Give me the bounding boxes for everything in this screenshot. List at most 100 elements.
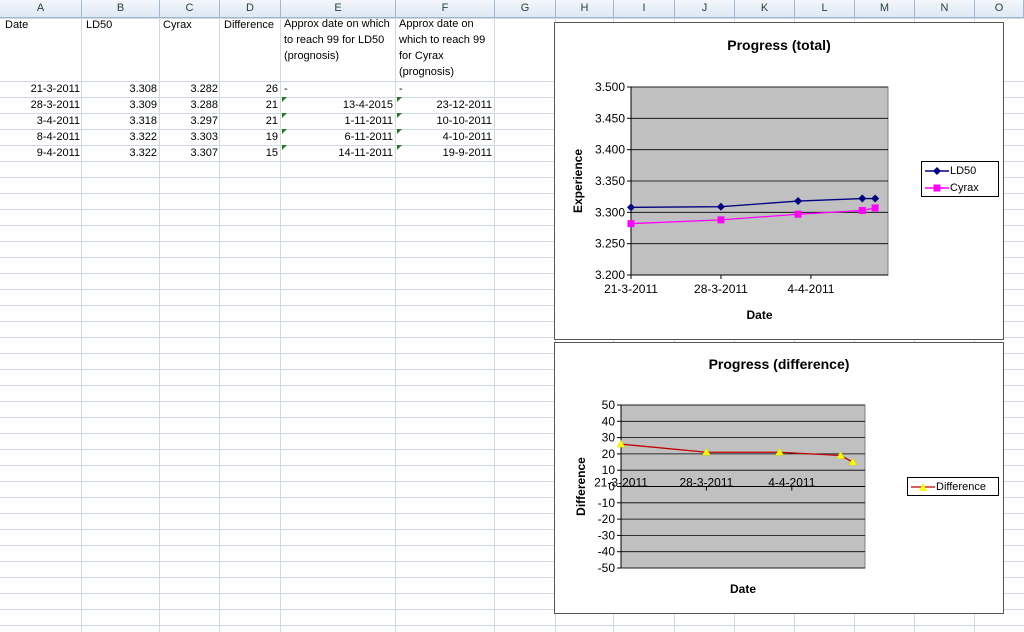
data-point-cyrax (627, 220, 635, 228)
error-indicator-icon[interactable] (397, 97, 402, 102)
column-header-k[interactable]: K (735, 0, 795, 17)
cell-cyrax[interactable]: 3.297 (190, 114, 218, 129)
x-axis-title: Date (746, 308, 772, 322)
column-header-i[interactable]: I (614, 0, 675, 17)
error-indicator-icon[interactable] (282, 97, 287, 102)
grid-line (0, 18, 1024, 19)
spreadsheet[interactable]: ABCDEFGHIJKLMNO Date LD50 Cyrax Differen… (0, 0, 1024, 632)
cell-cyrax[interactable]: 3.288 (190, 98, 218, 113)
y-tick-label: 30 (602, 431, 616, 445)
cell-difference[interactable]: 21 (266, 114, 278, 129)
x-tick-label: 4-4-2011 (787, 282, 834, 296)
error-indicator-icon[interactable] (282, 113, 287, 118)
cell-approx-ld50[interactable]: 6-11-2011 (344, 130, 393, 145)
cell-approx-cyrax[interactable]: 4-10-2011 (443, 130, 492, 145)
column-header-l[interactable]: L (795, 0, 855, 17)
y-tick-label: 3.300 (595, 205, 625, 219)
grid-line (159, 18, 160, 632)
grid-line (219, 18, 220, 632)
cell-date[interactable]: 9-4-2011 (37, 146, 80, 161)
legend-label-ld50: LD50 (950, 164, 977, 177)
y-tick-label: -20 (598, 512, 616, 526)
column-header-c[interactable]: C (160, 0, 220, 17)
cell-date[interactable]: 3-4-2011 (37, 114, 80, 129)
data-point-cyrax (858, 206, 866, 214)
column-header-d[interactable]: D (220, 0, 281, 17)
header-date[interactable]: Date (5, 18, 28, 33)
column-header-h[interactable]: H (556, 0, 614, 17)
cell-difference[interactable]: 15 (266, 146, 278, 161)
y-tick-label: 3.500 (595, 80, 625, 94)
column-header-o[interactable]: O (975, 0, 1024, 17)
column-header-f[interactable]: F (396, 0, 495, 17)
grid-line (0, 625, 1024, 626)
chart-progress-total[interactable]: Progress (total) 3.200 3.250 3.300 3.350 3.4… (554, 22, 1004, 340)
y-tick-label: 3.400 (595, 143, 625, 157)
grid-line (81, 18, 82, 632)
cell-approx-cyrax[interactable]: 19-9-2011 (443, 146, 492, 161)
y-tick-label: 20 (602, 447, 616, 461)
error-indicator-icon[interactable] (397, 113, 402, 118)
header-approx-cyrax[interactable]: Approx date on which to reach 99 for Cyr… (399, 16, 491, 80)
chart-progress-difference[interactable]: Progress (difference) 50 40 30 20 10 0 -10 -20-… (554, 342, 1004, 614)
cell-difference[interactable]: 19 (266, 130, 278, 145)
cell-date[interactable]: 8-4-2011 (37, 130, 80, 145)
y-axis-title: Difference (574, 457, 588, 516)
cell-cyrax[interactable]: 3.307 (190, 146, 218, 161)
cell-ld50[interactable]: 3.322 (129, 146, 157, 161)
y-tick-label: 3.200 (595, 268, 625, 282)
column-header-row: ABCDEFGHIJKLMNO (0, 0, 1024, 18)
y-tick-label: 40 (602, 414, 616, 428)
difference-legend-marker-icon (911, 482, 935, 491)
x-tick-label: 28-3-2011 (679, 476, 733, 490)
data-point-cyrax (871, 204, 879, 212)
cell-approx-cyrax[interactable]: 10-10-2011 (437, 114, 492, 129)
header-cyrax[interactable]: Cyrax (163, 18, 192, 33)
cell-difference[interactable]: 26 (266, 82, 278, 97)
error-indicator-icon[interactable] (397, 145, 402, 150)
cell-approx-cyrax[interactable]: - (399, 82, 403, 97)
chart-legend[interactable]: LD50 Cyrax (921, 161, 999, 197)
error-indicator-icon[interactable] (282, 145, 287, 150)
column-header-g[interactable]: G (495, 0, 556, 17)
legend-item-ld50: LD50 (922, 162, 998, 179)
x-tick-label: 4-4-2011 (768, 476, 815, 490)
cell-date[interactable]: 21-3-2011 (31, 82, 80, 97)
cell-approx-ld50[interactable]: 14-11-2011 (338, 146, 393, 161)
y-axis-title: Experience (571, 149, 585, 213)
error-indicator-icon[interactable] (397, 129, 402, 134)
cell-cyrax[interactable]: 3.282 (190, 82, 218, 97)
y-tick-label: 3.350 (595, 174, 625, 188)
cell-ld50[interactable]: 3.309 (129, 98, 157, 113)
chart-legend[interactable]: Difference (907, 477, 999, 496)
column-header-m[interactable]: M (855, 0, 915, 17)
y-tick-label: -30 (598, 528, 616, 542)
header-approx-ld50[interactable]: Approx date on which to reach 99 for LD5… (284, 16, 396, 64)
cell-difference[interactable]: 21 (266, 98, 278, 113)
cell-approx-ld50[interactable]: 1-11-2011 (344, 114, 393, 129)
x-tick-label: 28-3-2011 (694, 282, 748, 296)
cell-approx-ld50[interactable]: - (284, 82, 288, 97)
ld50-legend-marker-icon (925, 166, 949, 175)
cell-approx-ld50[interactable]: 13-4-2015 (343, 98, 393, 113)
header-ld50[interactable]: LD50 (86, 18, 112, 33)
cell-ld50[interactable]: 3.322 (129, 130, 157, 145)
cell-date[interactable]: 28-3-2011 (31, 98, 80, 113)
cell-approx-cyrax[interactable]: 23-12-2011 (437, 98, 492, 113)
cyrax-legend-marker-icon (925, 184, 949, 191)
grid-line (395, 18, 396, 632)
y-tick-label: 3.450 (595, 111, 625, 125)
y-tick-label: 50 (602, 398, 616, 412)
column-header-b[interactable]: B (82, 0, 160, 17)
column-header-e[interactable]: E (281, 0, 396, 17)
cell-ld50[interactable]: 3.308 (129, 82, 157, 97)
column-header-j[interactable]: J (675, 0, 735, 17)
header-difference[interactable]: Difference (224, 18, 274, 33)
error-indicator-icon[interactable] (282, 129, 287, 134)
column-header-n[interactable]: N (915, 0, 975, 17)
legend-label-cyrax: Cyrax (950, 181, 979, 194)
column-header-a[interactable]: A (0, 0, 82, 17)
grid-line (494, 18, 495, 632)
cell-ld50[interactable]: 3.318 (129, 114, 157, 129)
cell-cyrax[interactable]: 3.303 (190, 130, 218, 145)
